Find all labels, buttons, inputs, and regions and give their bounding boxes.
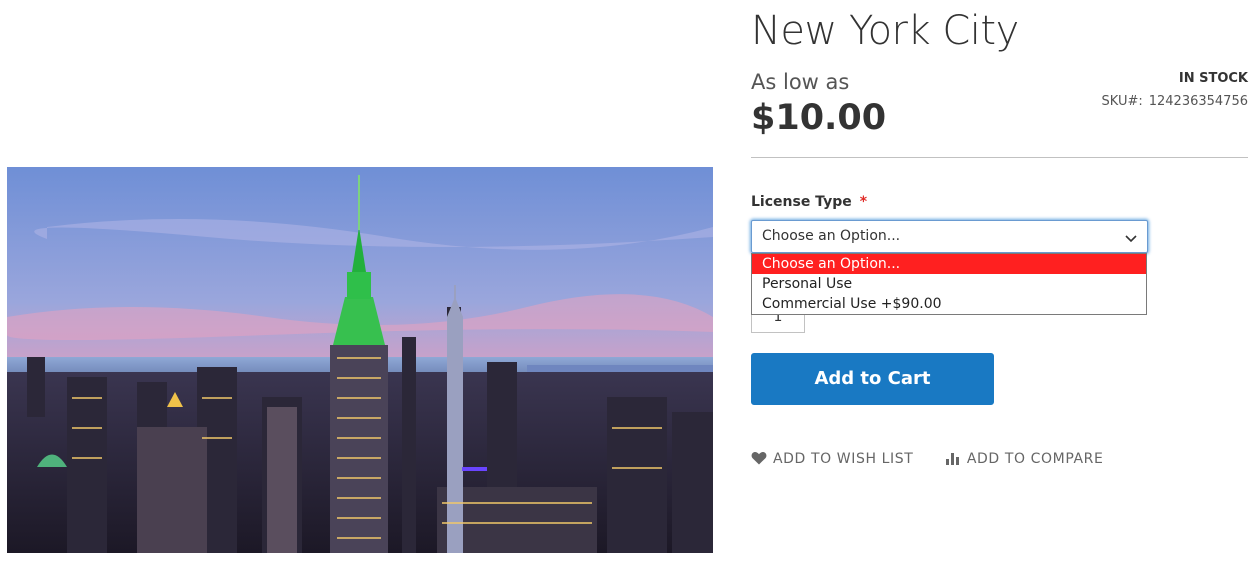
license-type-select[interactable]: Choose an Option... xyxy=(751,220,1148,253)
add-to-wish-list-link[interactable]: ADD TO WISH LIST xyxy=(751,451,913,467)
license-type-dropdown-list: Choose an Option... Personal Use Commerc… xyxy=(751,253,1147,315)
product-image[interactable] xyxy=(7,167,713,553)
product-price: $10.00 xyxy=(751,98,887,138)
option-choose[interactable]: Choose an Option... xyxy=(752,254,1146,274)
product-title: New York City xyxy=(751,8,1019,54)
wish-list-label: ADD TO WISH LIST xyxy=(773,451,914,467)
product-actions: ADD TO WISH LIST ADD TO COMPARE xyxy=(751,451,1103,471)
heart-icon xyxy=(751,452,767,465)
option-commercial-use[interactable]: Commercial Use +$90.00 xyxy=(752,294,1146,314)
divider xyxy=(751,157,1248,158)
add-to-compare-link[interactable]: ADD TO COMPARE xyxy=(945,451,1104,467)
license-type-selected-value: Choose an Option... xyxy=(762,228,901,244)
sku: SKU#: 124236354756 xyxy=(1102,94,1248,109)
bar-chart-icon xyxy=(945,453,959,465)
skyline-photo xyxy=(7,167,713,553)
required-indicator: * xyxy=(859,194,868,210)
sku-value: 124236354756 xyxy=(1148,94,1248,109)
add-to-cart-button[interactable]: Add to Cart xyxy=(751,353,994,405)
option-personal-use[interactable]: Personal Use xyxy=(752,274,1146,294)
license-type-label: License Type * xyxy=(751,194,867,210)
chevron-down-icon xyxy=(1125,235,1137,243)
sku-label: SKU#: xyxy=(1101,94,1143,109)
compare-label: ADD TO COMPARE xyxy=(966,451,1104,467)
stock-status: IN STOCK xyxy=(1178,71,1248,86)
price-prefix: As low as xyxy=(751,70,850,94)
license-type-label-text: License Type xyxy=(751,194,852,210)
